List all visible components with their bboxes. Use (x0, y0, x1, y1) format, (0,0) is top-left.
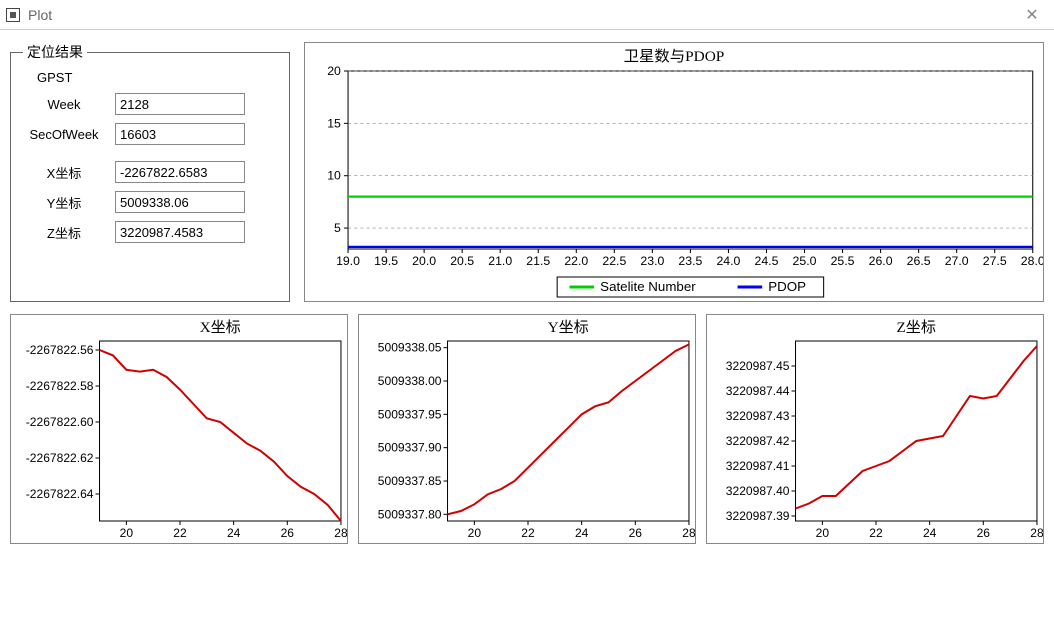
svg-text:24: 24 (227, 526, 241, 540)
svg-text:PDOP: PDOP (768, 279, 806, 294)
svg-text:24: 24 (923, 526, 937, 540)
svg-text:卫星数与PDOP: 卫星数与PDOP (624, 48, 725, 65)
group-legend: 定位结果 (23, 42, 87, 62)
svg-text:10: 10 (327, 169, 341, 183)
svg-text:3220987.43: 3220987.43 (726, 409, 790, 423)
svg-text:26: 26 (281, 526, 295, 540)
window-title: Plot (28, 7, 52, 23)
svg-text:26: 26 (629, 526, 643, 540)
svg-text:20: 20 (327, 64, 341, 78)
svg-text:22: 22 (521, 526, 535, 540)
svg-text:5009338.05: 5009338.05 (378, 341, 442, 355)
svg-text:25.5: 25.5 (831, 254, 855, 268)
svg-text:3220987.42: 3220987.42 (726, 434, 790, 448)
svg-text:5009337.95: 5009337.95 (378, 407, 442, 421)
svg-text:26: 26 (977, 526, 991, 540)
svg-text:28: 28 (1030, 526, 1043, 540)
svg-text:21.5: 21.5 (526, 254, 550, 268)
chart-x: X坐标 -2267822.56 -2267822.58 -2267822.60 -226… (10, 314, 348, 544)
chart-z: Z坐标 3220987.45 3220987.44 3220987.43 3220987… (706, 314, 1044, 544)
svg-text:5009338.00: 5009338.00 (378, 374, 442, 388)
x-label: X坐标 (23, 163, 105, 182)
svg-text:28: 28 (682, 526, 695, 540)
svg-text:5009337.80: 5009337.80 (378, 507, 442, 521)
sow-input[interactable] (115, 123, 245, 145)
svg-text:22.5: 22.5 (602, 254, 626, 268)
svg-text:-2267822.60: -2267822.60 (26, 415, 94, 429)
svg-text:26.0: 26.0 (869, 254, 893, 268)
svg-text:21.0: 21.0 (488, 254, 512, 268)
svg-text:24: 24 (575, 526, 589, 540)
svg-text:5009337.85: 5009337.85 (378, 474, 442, 488)
svg-text:24.5: 24.5 (755, 254, 779, 268)
title-bar: Plot ✕ (0, 0, 1054, 30)
svg-text:Z坐标: Z坐标 (897, 319, 936, 336)
svg-text:20.0: 20.0 (412, 254, 436, 268)
svg-text:20: 20 (468, 526, 482, 540)
svg-text:28.0: 28.0 (1021, 254, 1043, 268)
svg-text:22: 22 (869, 526, 883, 540)
svg-text:20: 20 (816, 526, 830, 540)
close-button[interactable]: ✕ (1022, 5, 1042, 25)
sow-label: SecOfWeek (23, 127, 105, 142)
svg-text:3220987.39: 3220987.39 (726, 509, 790, 523)
week-input[interactable] (115, 93, 245, 115)
svg-text:3220987.40: 3220987.40 (726, 484, 790, 498)
y-input[interactable] (115, 191, 245, 213)
positioning-result-group: 定位结果 GPST Week SecOfWeek X坐标 Y坐标 Z坐标 (10, 42, 290, 302)
chart-sat-pdop: 卫星数与PDOP 5 10 15 20 19.0 19.5 20.0 20.5 21.0 21.5 2… (304, 42, 1044, 302)
svg-text:23.5: 23.5 (678, 254, 702, 268)
week-label: Week (23, 97, 105, 112)
svg-text:19.0: 19.0 (336, 254, 360, 268)
svg-text:3220987.44: 3220987.44 (726, 384, 790, 398)
svg-text:Satelite Number: Satelite Number (600, 279, 696, 294)
client-area: 定位结果 GPST Week SecOfWeek X坐标 Y坐标 Z坐标 (0, 30, 1054, 554)
svg-text:-2267822.62: -2267822.62 (26, 451, 94, 465)
svg-text:15: 15 (327, 116, 341, 130)
svg-text:5: 5 (334, 221, 341, 235)
svg-text:27.5: 27.5 (983, 254, 1007, 268)
svg-text:-2267822.64: -2267822.64 (26, 487, 94, 501)
svg-text:X坐标: X坐标 (200, 319, 241, 336)
svg-text:20.5: 20.5 (450, 254, 474, 268)
svg-text:22.0: 22.0 (564, 254, 588, 268)
svg-text:3220987.41: 3220987.41 (726, 459, 790, 473)
svg-text:5009337.90: 5009337.90 (378, 441, 442, 455)
svg-text:-2267822.58: -2267822.58 (26, 379, 94, 393)
svg-text:3220987.45: 3220987.45 (726, 359, 790, 373)
svg-text:26.5: 26.5 (907, 254, 931, 268)
svg-text:27.0: 27.0 (945, 254, 969, 268)
svg-text:-2267822.56: -2267822.56 (26, 343, 94, 357)
svg-text:19.5: 19.5 (374, 254, 398, 268)
app-icon (6, 8, 20, 22)
svg-text:20: 20 (120, 526, 134, 540)
gpst-label: GPST (37, 70, 277, 85)
svg-text:Y坐标: Y坐标 (548, 319, 589, 336)
svg-text:28: 28 (334, 526, 347, 540)
z-label: Z坐标 (23, 223, 105, 242)
chart-y: Y坐标 5009338.05 5009338.00 5009337.95 5009337… (358, 314, 696, 544)
svg-text:24.0: 24.0 (716, 254, 740, 268)
svg-text:25.0: 25.0 (793, 254, 817, 268)
z-input[interactable] (115, 221, 245, 243)
y-label: Y坐标 (23, 193, 105, 212)
x-input[interactable] (115, 161, 245, 183)
svg-text:22: 22 (173, 526, 187, 540)
svg-text:23.0: 23.0 (640, 254, 664, 268)
